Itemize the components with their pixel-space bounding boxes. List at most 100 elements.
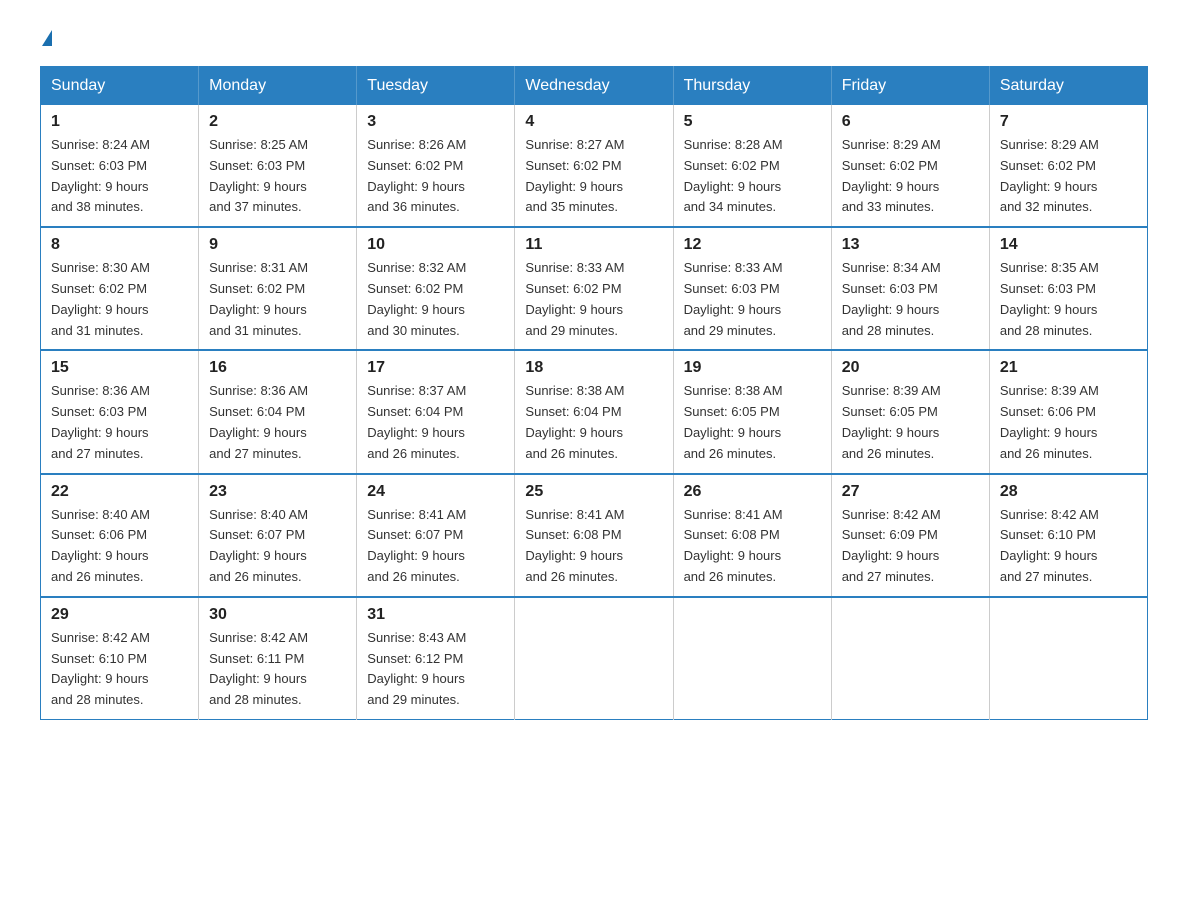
weekday-header-tuesday: Tuesday bbox=[357, 67, 515, 106]
logo bbox=[40, 30, 52, 46]
day-number: 14 bbox=[1000, 236, 1137, 254]
day-info: Sunrise: 8:27 AM Sunset: 6:02 PM Dayligh… bbox=[525, 135, 662, 218]
day-info: Sunrise: 8:30 AM Sunset: 6:02 PM Dayligh… bbox=[51, 258, 188, 341]
calendar-day-cell: 5 Sunrise: 8:28 AM Sunset: 6:02 PM Dayli… bbox=[673, 105, 831, 227]
calendar-week-row: 22 Sunrise: 8:40 AM Sunset: 6:06 PM Dayl… bbox=[41, 474, 1148, 597]
calendar-week-row: 8 Sunrise: 8:30 AM Sunset: 6:02 PM Dayli… bbox=[41, 227, 1148, 350]
calendar-day-cell: 13 Sunrise: 8:34 AM Sunset: 6:03 PM Dayl… bbox=[831, 227, 989, 350]
day-number: 27 bbox=[842, 483, 979, 501]
day-info: Sunrise: 8:42 AM Sunset: 6:10 PM Dayligh… bbox=[1000, 505, 1137, 588]
calendar-week-row: 15 Sunrise: 8:36 AM Sunset: 6:03 PM Dayl… bbox=[41, 350, 1148, 473]
day-info: Sunrise: 8:25 AM Sunset: 6:03 PM Dayligh… bbox=[209, 135, 346, 218]
day-info: Sunrise: 8:43 AM Sunset: 6:12 PM Dayligh… bbox=[367, 628, 504, 711]
calendar-day-cell: 14 Sunrise: 8:35 AM Sunset: 6:03 PM Dayl… bbox=[989, 227, 1147, 350]
weekday-header-saturday: Saturday bbox=[989, 67, 1147, 106]
day-number: 17 bbox=[367, 359, 504, 377]
calendar-day-cell: 7 Sunrise: 8:29 AM Sunset: 6:02 PM Dayli… bbox=[989, 105, 1147, 227]
weekday-header-row: SundayMondayTuesdayWednesdayThursdayFrid… bbox=[41, 67, 1148, 106]
day-info: Sunrise: 8:31 AM Sunset: 6:02 PM Dayligh… bbox=[209, 258, 346, 341]
calendar-day-cell: 22 Sunrise: 8:40 AM Sunset: 6:06 PM Dayl… bbox=[41, 474, 199, 597]
day-number: 25 bbox=[525, 483, 662, 501]
day-number: 5 bbox=[684, 113, 821, 131]
day-number: 28 bbox=[1000, 483, 1137, 501]
day-number: 21 bbox=[1000, 359, 1137, 377]
day-number: 4 bbox=[525, 113, 662, 131]
day-number: 13 bbox=[842, 236, 979, 254]
calendar-day-cell: 20 Sunrise: 8:39 AM Sunset: 6:05 PM Dayl… bbox=[831, 350, 989, 473]
day-info: Sunrise: 8:38 AM Sunset: 6:04 PM Dayligh… bbox=[525, 381, 662, 464]
day-number: 11 bbox=[525, 236, 662, 254]
calendar-day-cell: 17 Sunrise: 8:37 AM Sunset: 6:04 PM Dayl… bbox=[357, 350, 515, 473]
day-info: Sunrise: 8:41 AM Sunset: 6:07 PM Dayligh… bbox=[367, 505, 504, 588]
day-info: Sunrise: 8:33 AM Sunset: 6:02 PM Dayligh… bbox=[525, 258, 662, 341]
day-info: Sunrise: 8:42 AM Sunset: 6:11 PM Dayligh… bbox=[209, 628, 346, 711]
weekday-header-thursday: Thursday bbox=[673, 67, 831, 106]
day-info: Sunrise: 8:37 AM Sunset: 6:04 PM Dayligh… bbox=[367, 381, 504, 464]
day-info: Sunrise: 8:36 AM Sunset: 6:04 PM Dayligh… bbox=[209, 381, 346, 464]
day-info: Sunrise: 8:40 AM Sunset: 6:07 PM Dayligh… bbox=[209, 505, 346, 588]
calendar-day-cell: 18 Sunrise: 8:38 AM Sunset: 6:04 PM Dayl… bbox=[515, 350, 673, 473]
day-number: 10 bbox=[367, 236, 504, 254]
calendar-day-cell: 28 Sunrise: 8:42 AM Sunset: 6:10 PM Dayl… bbox=[989, 474, 1147, 597]
calendar-day-cell: 26 Sunrise: 8:41 AM Sunset: 6:08 PM Dayl… bbox=[673, 474, 831, 597]
day-number: 29 bbox=[51, 606, 188, 624]
day-info: Sunrise: 8:35 AM Sunset: 6:03 PM Dayligh… bbox=[1000, 258, 1137, 341]
calendar-day-cell: 21 Sunrise: 8:39 AM Sunset: 6:06 PM Dayl… bbox=[989, 350, 1147, 473]
calendar-day-cell: 31 Sunrise: 8:43 AM Sunset: 6:12 PM Dayl… bbox=[357, 597, 515, 720]
calendar-day-cell: 1 Sunrise: 8:24 AM Sunset: 6:03 PM Dayli… bbox=[41, 105, 199, 227]
day-number: 12 bbox=[684, 236, 821, 254]
calendar-day-cell: 9 Sunrise: 8:31 AM Sunset: 6:02 PM Dayli… bbox=[199, 227, 357, 350]
calendar-day-cell: 6 Sunrise: 8:29 AM Sunset: 6:02 PM Dayli… bbox=[831, 105, 989, 227]
day-number: 16 bbox=[209, 359, 346, 377]
day-info: Sunrise: 8:24 AM Sunset: 6:03 PM Dayligh… bbox=[51, 135, 188, 218]
day-info: Sunrise: 8:42 AM Sunset: 6:10 PM Dayligh… bbox=[51, 628, 188, 711]
calendar-table: SundayMondayTuesdayWednesdayThursdayFrid… bbox=[40, 66, 1148, 720]
day-info: Sunrise: 8:28 AM Sunset: 6:02 PM Dayligh… bbox=[684, 135, 821, 218]
calendar-day-cell bbox=[989, 597, 1147, 720]
day-info: Sunrise: 8:32 AM Sunset: 6:02 PM Dayligh… bbox=[367, 258, 504, 341]
day-number: 31 bbox=[367, 606, 504, 624]
day-number: 24 bbox=[367, 483, 504, 501]
calendar-day-cell bbox=[831, 597, 989, 720]
calendar-day-cell: 12 Sunrise: 8:33 AM Sunset: 6:03 PM Dayl… bbox=[673, 227, 831, 350]
calendar-day-cell: 4 Sunrise: 8:27 AM Sunset: 6:02 PM Dayli… bbox=[515, 105, 673, 227]
calendar-day-cell: 25 Sunrise: 8:41 AM Sunset: 6:08 PM Dayl… bbox=[515, 474, 673, 597]
calendar-day-cell: 23 Sunrise: 8:40 AM Sunset: 6:07 PM Dayl… bbox=[199, 474, 357, 597]
day-number: 7 bbox=[1000, 113, 1137, 131]
calendar-day-cell: 16 Sunrise: 8:36 AM Sunset: 6:04 PM Dayl… bbox=[199, 350, 357, 473]
day-number: 6 bbox=[842, 113, 979, 131]
day-number: 9 bbox=[209, 236, 346, 254]
calendar-day-cell bbox=[515, 597, 673, 720]
day-info: Sunrise: 8:41 AM Sunset: 6:08 PM Dayligh… bbox=[525, 505, 662, 588]
logo-triangle-icon bbox=[42, 30, 52, 46]
day-number: 19 bbox=[684, 359, 821, 377]
calendar-day-cell: 8 Sunrise: 8:30 AM Sunset: 6:02 PM Dayli… bbox=[41, 227, 199, 350]
calendar-day-cell: 29 Sunrise: 8:42 AM Sunset: 6:10 PM Dayl… bbox=[41, 597, 199, 720]
calendar-day-cell: 30 Sunrise: 8:42 AM Sunset: 6:11 PM Dayl… bbox=[199, 597, 357, 720]
day-info: Sunrise: 8:39 AM Sunset: 6:05 PM Dayligh… bbox=[842, 381, 979, 464]
calendar-day-cell: 3 Sunrise: 8:26 AM Sunset: 6:02 PM Dayli… bbox=[357, 105, 515, 227]
day-info: Sunrise: 8:29 AM Sunset: 6:02 PM Dayligh… bbox=[1000, 135, 1137, 218]
day-number: 1 bbox=[51, 113, 188, 131]
day-number: 18 bbox=[525, 359, 662, 377]
day-info: Sunrise: 8:29 AM Sunset: 6:02 PM Dayligh… bbox=[842, 135, 979, 218]
day-info: Sunrise: 8:40 AM Sunset: 6:06 PM Dayligh… bbox=[51, 505, 188, 588]
calendar-day-cell: 10 Sunrise: 8:32 AM Sunset: 6:02 PM Dayl… bbox=[357, 227, 515, 350]
day-number: 22 bbox=[51, 483, 188, 501]
weekday-header-friday: Friday bbox=[831, 67, 989, 106]
day-info: Sunrise: 8:33 AM Sunset: 6:03 PM Dayligh… bbox=[684, 258, 821, 341]
day-info: Sunrise: 8:26 AM Sunset: 6:02 PM Dayligh… bbox=[367, 135, 504, 218]
day-info: Sunrise: 8:42 AM Sunset: 6:09 PM Dayligh… bbox=[842, 505, 979, 588]
day-number: 2 bbox=[209, 113, 346, 131]
calendar-day-cell: 19 Sunrise: 8:38 AM Sunset: 6:05 PM Dayl… bbox=[673, 350, 831, 473]
calendar-day-cell bbox=[673, 597, 831, 720]
day-info: Sunrise: 8:41 AM Sunset: 6:08 PM Dayligh… bbox=[684, 505, 821, 588]
calendar-week-row: 29 Sunrise: 8:42 AM Sunset: 6:10 PM Dayl… bbox=[41, 597, 1148, 720]
day-info: Sunrise: 8:36 AM Sunset: 6:03 PM Dayligh… bbox=[51, 381, 188, 464]
weekday-header-sunday: Sunday bbox=[41, 67, 199, 106]
weekday-header-wednesday: Wednesday bbox=[515, 67, 673, 106]
day-number: 8 bbox=[51, 236, 188, 254]
day-number: 3 bbox=[367, 113, 504, 131]
day-number: 23 bbox=[209, 483, 346, 501]
day-info: Sunrise: 8:34 AM Sunset: 6:03 PM Dayligh… bbox=[842, 258, 979, 341]
